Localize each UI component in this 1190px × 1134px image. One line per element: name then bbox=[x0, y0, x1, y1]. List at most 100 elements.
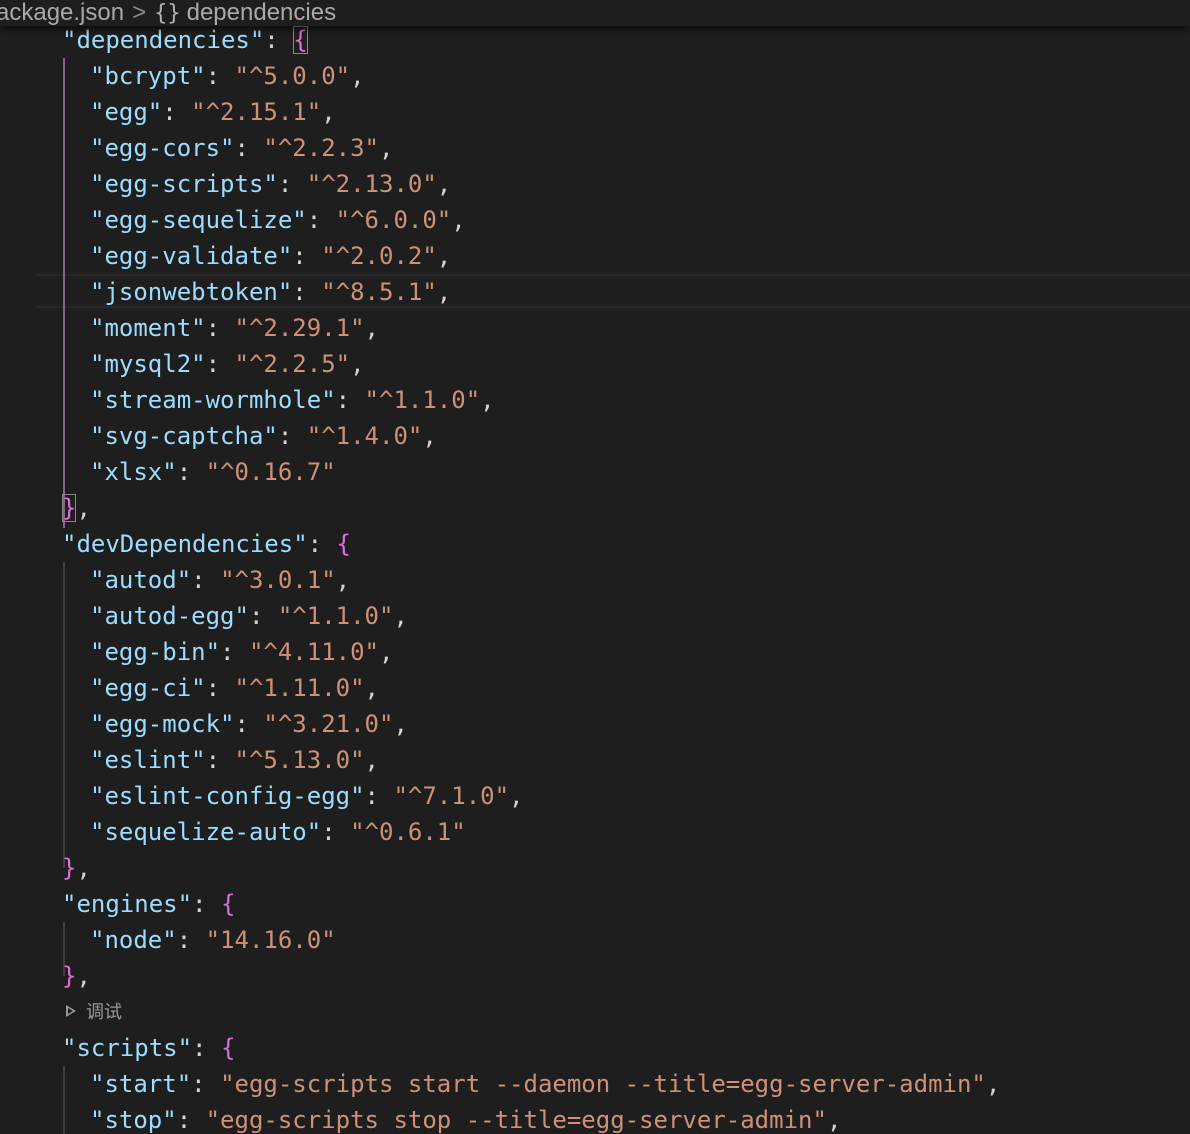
json-colon: : bbox=[162, 98, 192, 126]
json-value: "^7.1.0" bbox=[393, 782, 510, 810]
json-comma: , bbox=[379, 638, 394, 666]
code-line: "sequelize-auto": "^0.6.1" bbox=[90, 814, 466, 850]
json-value: "^3.21.0" bbox=[263, 710, 394, 738]
json-key: "eslint" bbox=[90, 746, 206, 774]
code-line: "engines": { bbox=[62, 890, 236, 918]
json-comma: , bbox=[335, 566, 351, 594]
json-colon: : bbox=[335, 386, 365, 414]
json-key: "xlsx" bbox=[90, 458, 177, 486]
code-line: }, bbox=[62, 494, 91, 522]
code-line: "start": "egg-scripts start --daemon --t… bbox=[90, 1066, 1000, 1102]
bracket-match: { bbox=[293, 26, 308, 54]
json-comma: , bbox=[393, 602, 408, 630]
code-line: "xlsx": "^0.16.7" bbox=[90, 454, 336, 490]
json-comma: , bbox=[436, 242, 452, 270]
json-comma: , bbox=[436, 278, 452, 306]
json-value: "^1.1.0" bbox=[277, 602, 394, 630]
code-line: "egg": "^2.15.1", bbox=[90, 94, 336, 130]
json-value: "^3.0.1" bbox=[220, 566, 336, 594]
json-value: "egg-scripts start --daemon --title=egg-… bbox=[220, 1070, 986, 1098]
json-key: "start" bbox=[90, 1070, 192, 1098]
json-comma: , bbox=[350, 62, 365, 90]
json-comma: , bbox=[509, 782, 524, 810]
json-colon: : bbox=[248, 602, 278, 630]
json-comma: , bbox=[422, 422, 437, 450]
json-key: "autod-egg" bbox=[90, 602, 249, 630]
json-comma: , bbox=[364, 674, 379, 702]
json-colon: : bbox=[176, 1106, 206, 1134]
debug-codelens-label: 调试 bbox=[86, 1002, 122, 1023]
json-key: "bcrypt" bbox=[90, 62, 206, 90]
json-colon: : bbox=[191, 566, 221, 594]
code-line: "stop": "egg-scripts stop --title=egg-se… bbox=[90, 1102, 841, 1134]
code-line: "autod": "^3.0.1", bbox=[90, 562, 350, 598]
code-line: "moment": "^2.29.1", bbox=[90, 310, 379, 346]
json-comma: , bbox=[364, 746, 379, 774]
json-key: "egg-scripts" bbox=[90, 170, 278, 198]
json-key: "moment" bbox=[90, 314, 206, 342]
json-key: "egg-ci" bbox=[90, 674, 206, 702]
json-key: "egg-bin" bbox=[90, 638, 221, 666]
code-line: "egg-sequelize": "^6.0.0", bbox=[90, 202, 466, 238]
code-line: "scripts": { bbox=[62, 1034, 236, 1062]
json-comma: , bbox=[364, 314, 379, 342]
json-colon: : bbox=[234, 134, 264, 162]
json-value: "^0.6.1" bbox=[350, 818, 466, 846]
json-key: "egg-cors" bbox=[90, 134, 235, 162]
json-comma: , bbox=[350, 350, 365, 378]
debug-codelens[interactable]: 调试 bbox=[66, 998, 122, 1024]
code-line: }, bbox=[62, 962, 91, 990]
json-colon: : bbox=[176, 458, 206, 486]
json-key: "node" bbox=[90, 926, 177, 954]
json-value: "^6.0.0" bbox=[335, 206, 452, 234]
code-line: "svg-captcha": "^1.4.0", bbox=[90, 418, 437, 454]
indent-guide bbox=[63, 1066, 65, 1134]
json-key: "stop" bbox=[90, 1106, 177, 1134]
code-line: "autod-egg": "^1.1.0", bbox=[90, 598, 408, 634]
chevron-right-icon: > bbox=[132, 0, 147, 26]
indent-guide bbox=[63, 562, 65, 868]
breadcrumb-file[interactable]: ackage.json bbox=[0, 0, 124, 26]
json-key: "stream-wormhole" bbox=[90, 386, 336, 414]
json-value: "^2.2.3" bbox=[263, 134, 379, 162]
json-comma: , bbox=[321, 98, 336, 126]
code-line: "jsonwebtoken": "^8.5.1", bbox=[90, 274, 451, 310]
json-key: "jsonwebtoken" bbox=[90, 278, 293, 306]
json-colon: : bbox=[205, 350, 235, 378]
code-line: "bcrypt": "^5.0.0", bbox=[90, 58, 365, 94]
json-key: "sequelize-auto" bbox=[90, 818, 322, 846]
json-key: "eslint-config-egg" bbox=[90, 782, 365, 810]
code-line: "devDependencies": { bbox=[62, 530, 351, 558]
json-key: "egg" bbox=[90, 98, 163, 126]
json-value: "^2.0.2" bbox=[321, 242, 437, 270]
json-value: "egg-scripts stop --title=egg-server-adm… bbox=[205, 1106, 827, 1134]
play-icon bbox=[66, 1005, 76, 1017]
json-comma: , bbox=[379, 134, 394, 162]
json-key: "egg-mock" bbox=[90, 710, 235, 738]
json-colon: : bbox=[205, 674, 235, 702]
json-comma: , bbox=[393, 710, 408, 738]
json-comma: , bbox=[436, 170, 452, 198]
code-line: "node": "14.16.0" bbox=[90, 922, 336, 958]
breadcrumb-symbol[interactable]: dependencies bbox=[187, 0, 336, 26]
json-colon: : bbox=[205, 62, 235, 90]
json-colon: : bbox=[364, 782, 394, 810]
json-colon: : bbox=[277, 422, 307, 450]
code-line: "egg-ci": "^1.11.0", bbox=[90, 670, 379, 706]
indent-guide-active bbox=[63, 58, 65, 528]
json-colon: : bbox=[176, 926, 206, 954]
code-editor[interactable]: "dependencies": { "bcrypt": "^5.0.0", "eg… bbox=[0, 22, 1190, 1134]
json-value: "^5.13.0" bbox=[234, 746, 365, 774]
json-value: "^1.4.0" bbox=[306, 422, 423, 450]
json-value: "^8.5.1" bbox=[321, 278, 437, 306]
json-comma: , bbox=[985, 1070, 1001, 1098]
json-key: "mysql2" bbox=[90, 350, 206, 378]
code-line: "egg-scripts": "^2.13.0", bbox=[90, 166, 451, 202]
json-colon: : bbox=[191, 1070, 221, 1098]
code-line: "egg-mock": "^3.21.0", bbox=[90, 706, 408, 742]
bracket-match: } bbox=[62, 494, 77, 522]
json-value: "^2.15.1" bbox=[191, 98, 322, 126]
json-colon: : bbox=[292, 278, 322, 306]
json-value: "^1.1.0" bbox=[364, 386, 481, 414]
breadcrumb: ackage.json > {} dependencies bbox=[0, 0, 1190, 26]
